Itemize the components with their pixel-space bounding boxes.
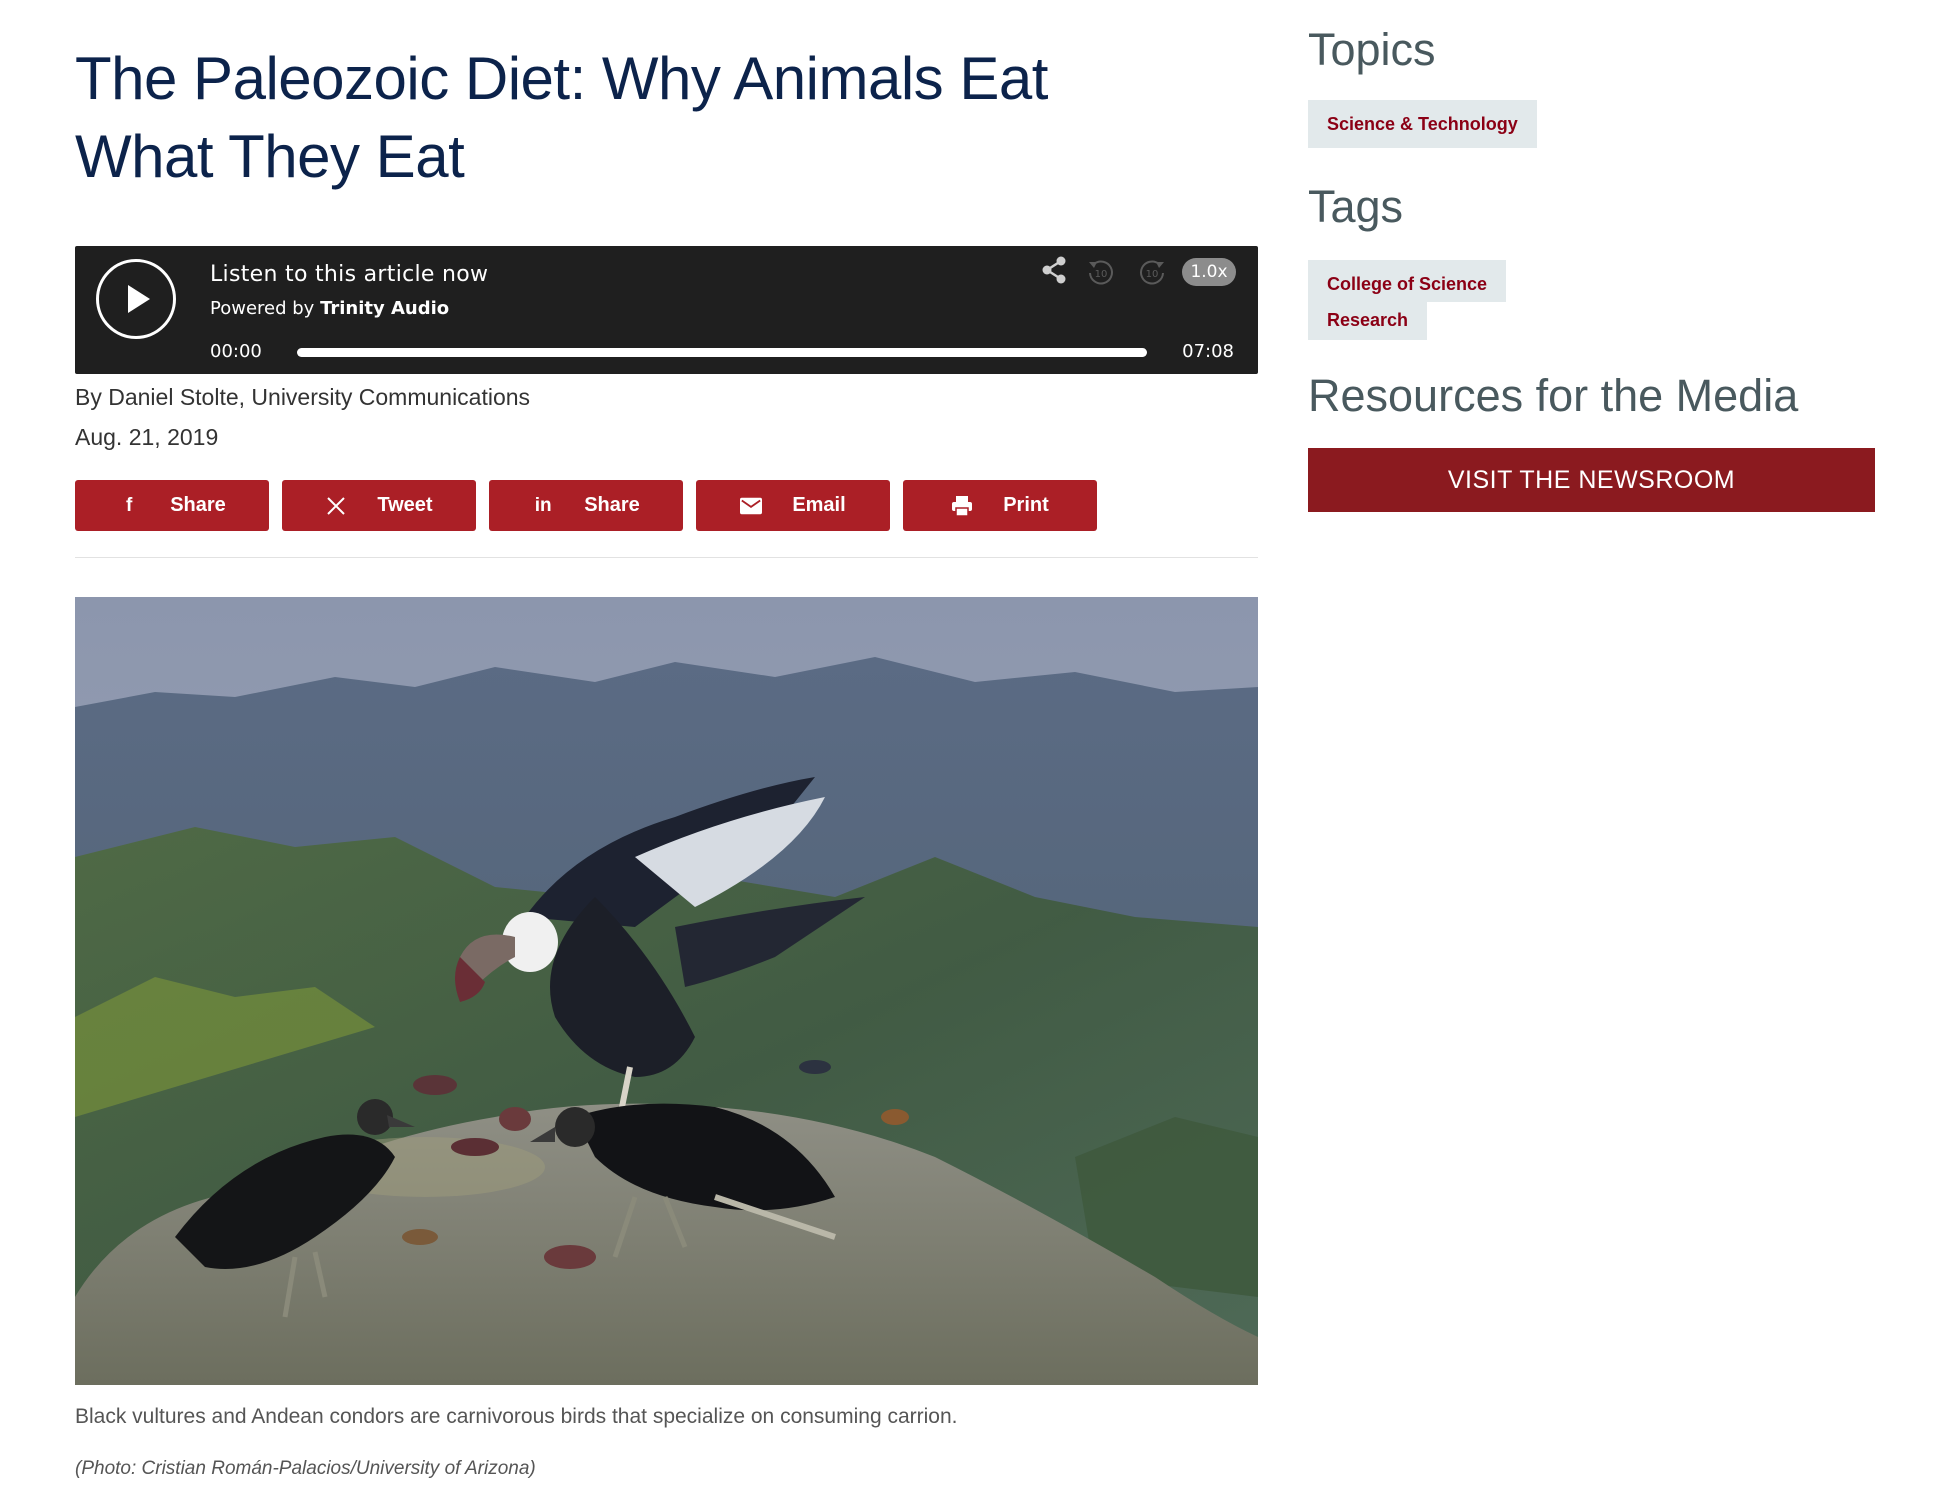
player-share-button[interactable]: [1041, 256, 1067, 289]
audio-player: Listen to this article now Powered by Tr…: [75, 246, 1258, 374]
tag-chip-college-of-science[interactable]: College of Science: [1308, 260, 1507, 302]
topics-list: Science & Technology: [1308, 100, 1878, 148]
visit-newsroom-button[interactable]: VISIT THE NEWSROOM: [1308, 448, 1875, 512]
article-byline: By Daniel Stolte, University Communicati…: [75, 384, 531, 410]
linkedin-share-button[interactable]: in Share: [489, 480, 683, 531]
rewind-label: 10: [1095, 269, 1108, 280]
share-label: Email: [792, 494, 846, 516]
share-toolbar: f Share Tweet in Share Email Print: [75, 480, 1258, 558]
forward-10-button[interactable]: 10: [1137, 258, 1167, 293]
topics-heading: Topics: [1308, 24, 1436, 75]
powered-by-prefix: Powered by: [210, 298, 315, 319]
topic-chip-science-technology[interactable]: Science & Technology: [1308, 100, 1537, 148]
email-share-button[interactable]: Email: [696, 480, 890, 531]
facebook-share-button[interactable]: f Share: [75, 480, 269, 531]
share-label: Share: [170, 494, 226, 516]
facebook-icon: f: [126, 494, 133, 516]
photo-credit: (Photo: Cristian Román-Palacios/Universi…: [75, 1458, 536, 1479]
photo-caption: Black vultures and Andean condors are ca…: [75, 1405, 958, 1428]
rewind-10-button[interactable]: 10: [1086, 258, 1116, 293]
rewind-icon: 10: [1089, 260, 1113, 285]
tag-chip-research[interactable]: Research: [1308, 302, 1428, 340]
tags-heading: Tags: [1308, 181, 1404, 232]
article-date: Aug. 21, 2019: [75, 424, 219, 450]
share-label: Tweet: [377, 494, 433, 516]
x-tweet-button[interactable]: Tweet: [282, 480, 476, 531]
email-icon: [740, 495, 763, 517]
powered-by-brand[interactable]: Trinity Audio: [320, 298, 449, 319]
vultures-condor-image: [75, 597, 1258, 1385]
tags-list: College of Science Research: [1308, 260, 1878, 340]
forward-label: 10: [1146, 269, 1159, 280]
current-time: 00:00: [210, 341, 262, 362]
share-label: Print: [1003, 494, 1049, 516]
share-label: Share: [584, 494, 640, 516]
linkedin-icon: in: [534, 494, 552, 516]
article-photo: [75, 597, 1258, 1385]
progress-bar[interactable]: [297, 348, 1147, 357]
print-icon: [951, 495, 973, 517]
share-icon: [1042, 256, 1066, 284]
total-time: 07:08: [1182, 341, 1234, 362]
resources-heading: Resources for the Media: [1308, 370, 1799, 421]
player-powered-by: Powered by Trinity Audio: [210, 298, 449, 319]
play-button[interactable]: [96, 259, 176, 339]
x-icon: [325, 495, 347, 517]
forward-icon: 10: [1140, 260, 1164, 285]
article-title: The Paleozoic Diet: Why Animals Eat What…: [75, 45, 1048, 190]
article-main: The Paleozoic Diet: Why Animals Eat What…: [75, 40, 1258, 1482]
play-icon: [128, 285, 150, 313]
print-button[interactable]: Print: [903, 480, 1097, 531]
playback-speed-button[interactable]: 1.0x: [1182, 258, 1236, 286]
player-title: Listen to this article now: [210, 262, 489, 287]
sidebar: Topics Science & Technology Tags College…: [1308, 22, 1878, 512]
